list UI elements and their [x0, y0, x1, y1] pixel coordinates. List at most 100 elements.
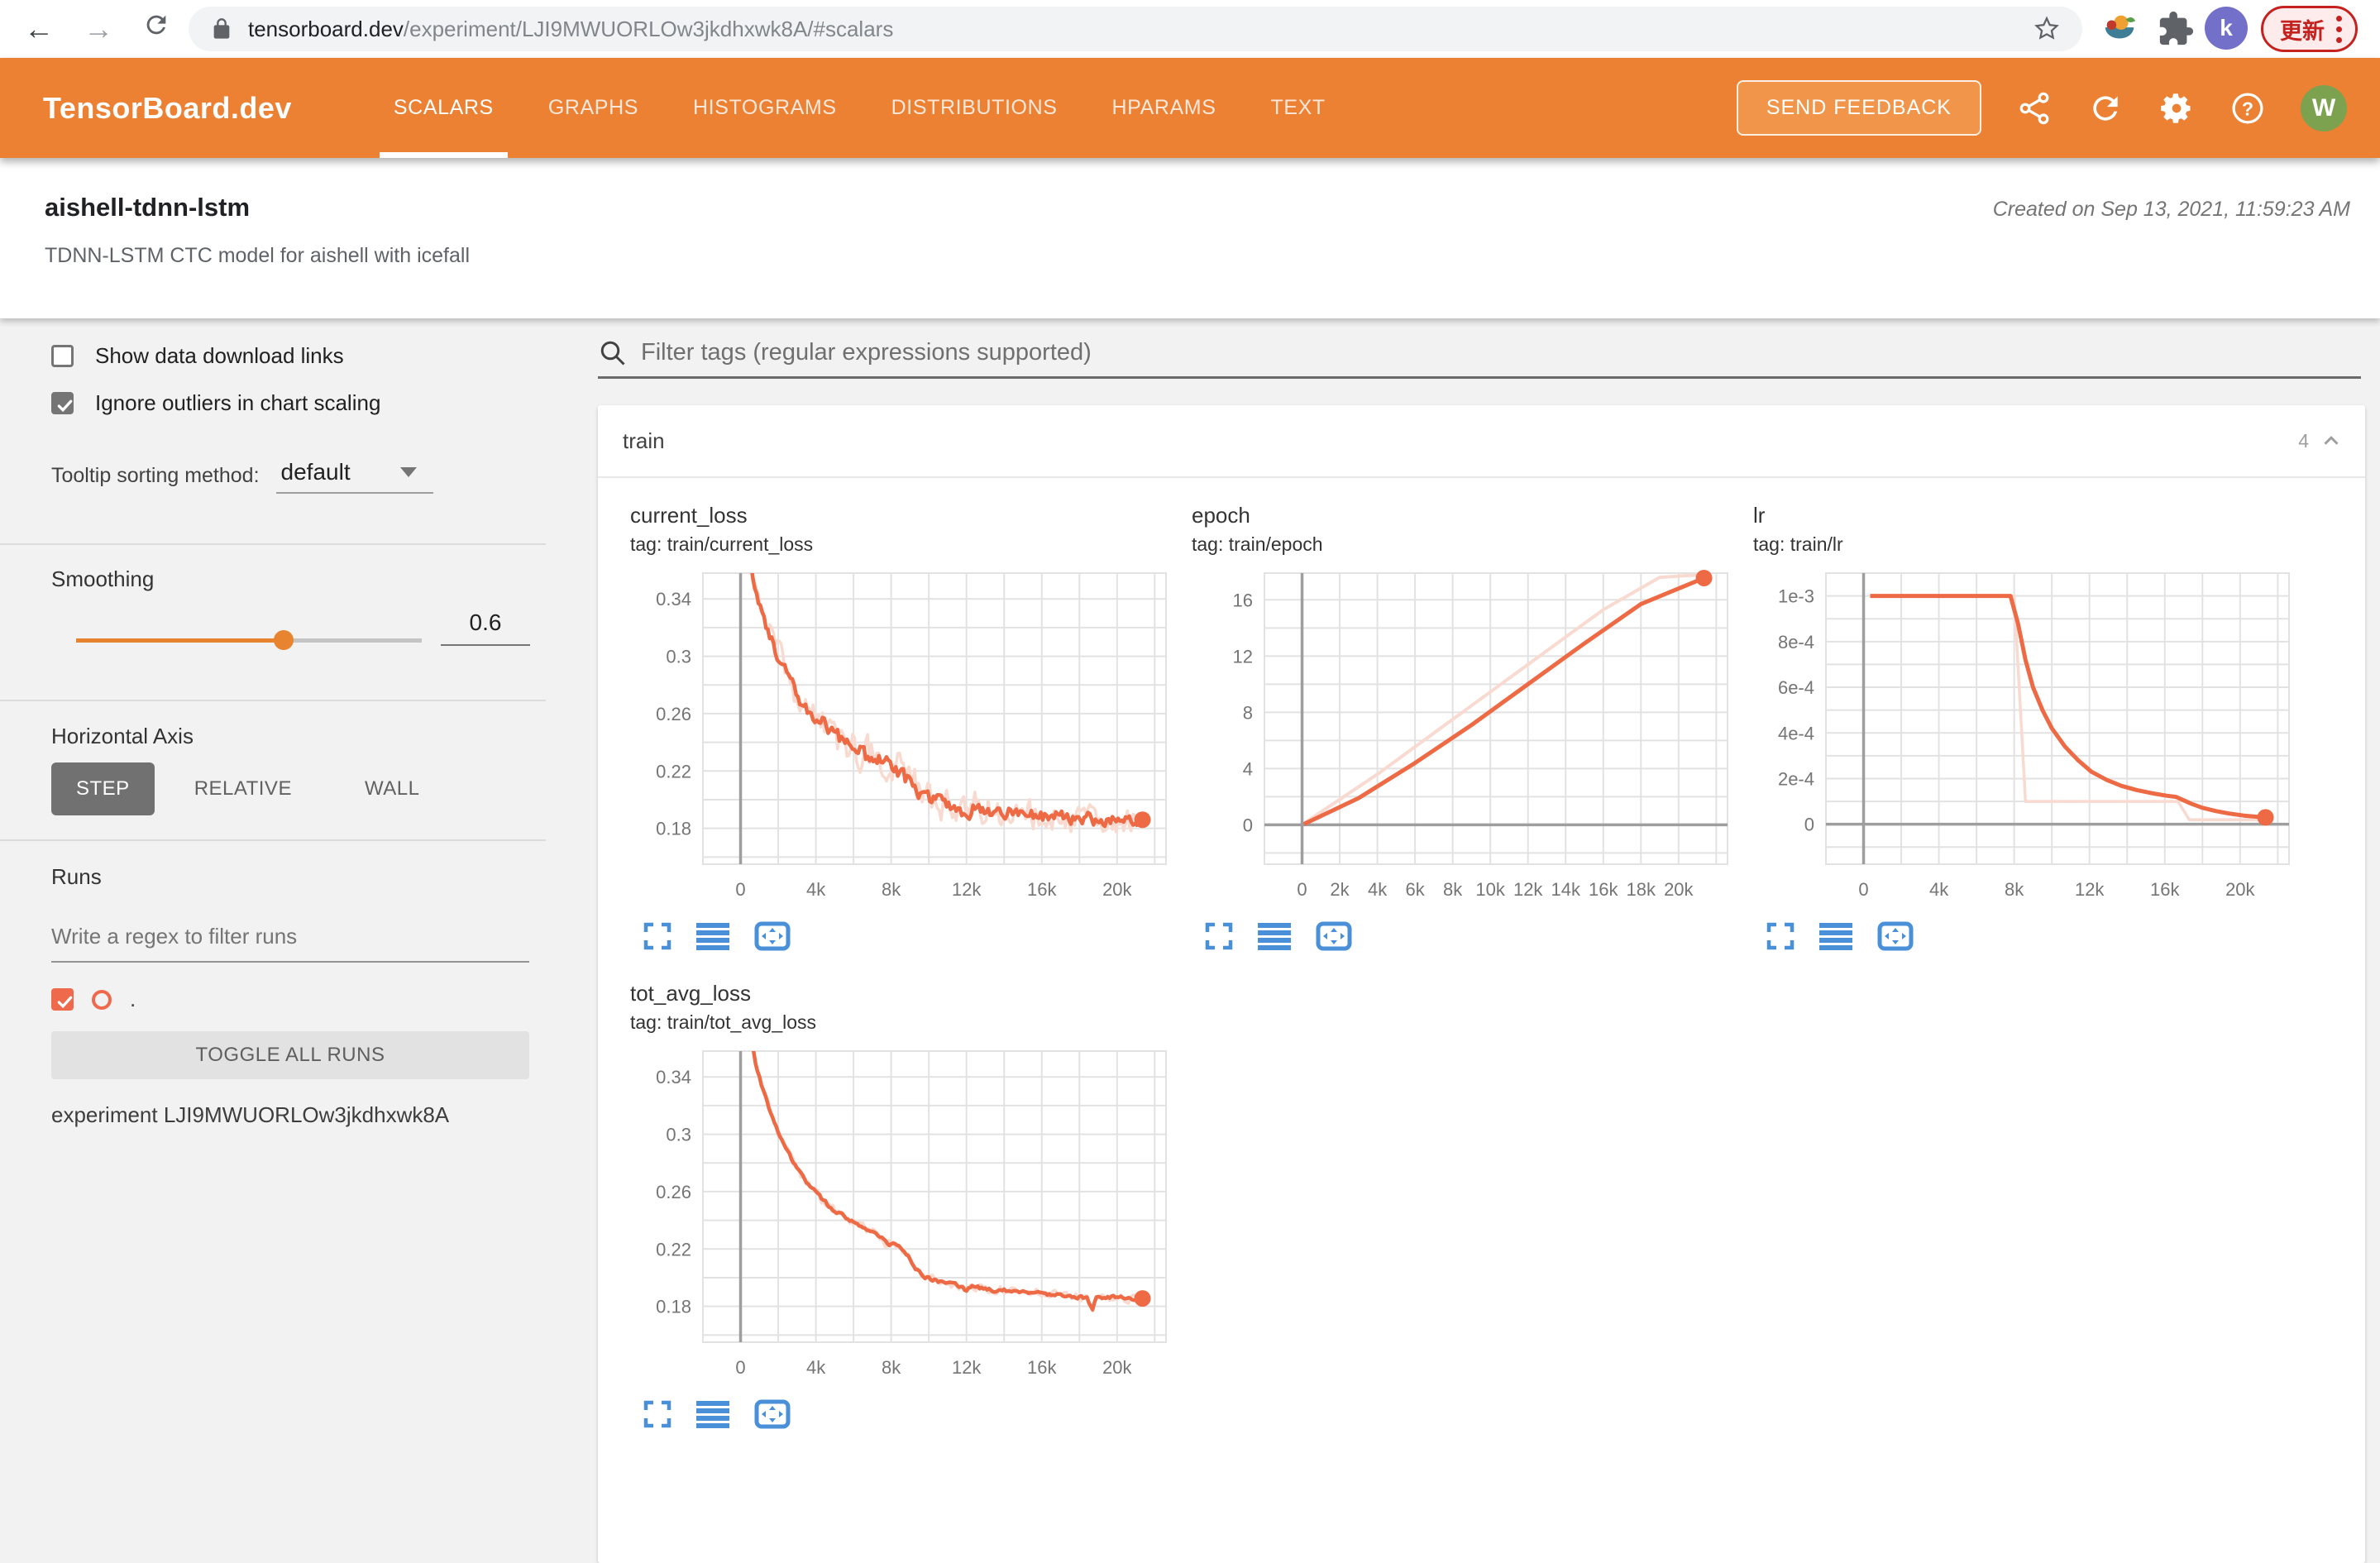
lock-icon — [213, 18, 230, 39]
svg-text:12k: 12k — [952, 879, 982, 900]
svg-text:2k: 2k — [1330, 879, 1350, 900]
filter-tags-input[interactable] — [641, 339, 2361, 366]
tab-hparams[interactable]: HPARAMS — [1085, 58, 1244, 158]
svg-text:?: ? — [2242, 98, 2253, 119]
chart-title: epoch — [1192, 503, 1250, 528]
brand-logo[interactable]: TensorBoard.dev — [43, 91, 292, 126]
url-text: tensorboard.dev/experiment/LJI9MWUORLOw3… — [248, 16, 894, 41]
browser-refresh-button[interactable] — [137, 10, 175, 48]
svg-text:8k: 8k — [2005, 879, 2024, 900]
tooltip-sort-dropdown[interactable]: default — [275, 457, 433, 494]
chart-tag: tag: train/tot_avg_loss — [630, 1011, 817, 1033]
reload-data-icon[interactable] — [2087, 90, 2124, 127]
tab-distributions[interactable]: DISTRIBUTIONS — [864, 58, 1085, 158]
chart-tag: tag: train/lr — [1753, 533, 1843, 555]
fit-domain-icon[interactable] — [754, 1399, 791, 1429]
settings-gear-icon[interactable] — [2158, 90, 2195, 127]
browser-update-menu-button[interactable]: 更新 — [2261, 6, 2358, 52]
toggle-y-axis-icon[interactable] — [696, 1400, 729, 1428]
bookmark-star-icon[interactable] — [2033, 15, 2061, 43]
fit-domain-icon[interactable] — [754, 921, 791, 951]
tab-text[interactable]: TEXT — [1244, 58, 1353, 158]
help-icon[interactable]: ? — [2229, 90, 2266, 127]
expand-chart-icon[interactable] — [1766, 922, 1795, 950]
browser-back-button[interactable]: ← — [20, 10, 58, 48]
runs-label: Runs — [51, 864, 102, 889]
toggle-y-axis-icon[interactable] — [1258, 922, 1291, 950]
svg-text:0.3: 0.3 — [666, 647, 691, 667]
svg-text:4k: 4k — [806, 1357, 826, 1378]
svg-text:0: 0 — [1297, 879, 1307, 900]
svg-text:0.34: 0.34 — [656, 589, 691, 609]
chart-plot-lr[interactable]: 0 4k 8k 12k 16k 20k 0 2e-4 4e-4 6e-4 8e-4 1e-3 — [1753, 569, 2299, 911]
chevron-up-icon[interactable] — [2319, 428, 2344, 453]
chart-card-current_loss: current_loss tag: train/current_loss 0 4k 8k… — [630, 485, 1192, 951]
expand-chart-icon[interactable] — [1205, 922, 1233, 950]
smoothing-value-input[interactable]: 0.6 — [441, 609, 530, 646]
address-bar[interactable]: tensorboard.dev/experiment/LJI9MWUORLOw3… — [189, 7, 2082, 51]
browser-forward-button[interactable]: → — [79, 10, 117, 48]
extension-bowl-icon[interactable] — [2100, 10, 2139, 48]
experiment-subtitle: TDNN-LSTM CTC model for aishell with ice… — [45, 244, 471, 267]
toggle-y-axis-icon[interactable] — [696, 922, 729, 950]
toggle-y-axis-icon[interactable] — [1819, 922, 1852, 950]
ignore-outliers-checkbox[interactable] — [51, 392, 74, 414]
runs-regex-input[interactable] — [51, 919, 529, 963]
send-feedback-button[interactable]: SEND FEEDBACK — [1736, 80, 1981, 136]
tab-histograms[interactable]: HISTOGRAMS — [666, 58, 864, 158]
train-group-header[interactable]: train 4 — [598, 405, 2365, 478]
expand-chart-icon[interactable] — [643, 922, 671, 950]
user-avatar[interactable]: W — [2301, 84, 2347, 131]
search-icon — [600, 341, 625, 366]
run-checkbox[interactable] — [51, 988, 74, 1011]
smoothing-slider[interactable] — [76, 629, 422, 651]
show-download-links-checkbox[interactable] — [51, 345, 74, 367]
chart-toolbar — [643, 1399, 1192, 1429]
axis-wall-button[interactable]: WALL — [340, 762, 444, 815]
svg-text:2e-4: 2e-4 — [1778, 768, 1814, 789]
svg-text:14k: 14k — [1551, 879, 1580, 900]
kebab-menu-icon — [2336, 15, 2342, 43]
svg-text:16k: 16k — [1027, 1357, 1057, 1378]
svg-text:0.26: 0.26 — [656, 1182, 691, 1202]
svg-text:20k: 20k — [1102, 879, 1132, 900]
chart-card-tot_avg_loss: tot_avg_loss tag: train/tot_avg_loss 0 4k 8k… — [630, 963, 1192, 1429]
tab-scalars[interactable]: SCALARS — [366, 58, 521, 158]
update-label: 更新 — [2280, 18, 2325, 44]
svg-text:16k: 16k — [1589, 879, 1618, 900]
chart-plot-current_loss[interactable]: 0 4k 8k 12k 16k 20k 0.18 0.22 0.26 0.3 0.34 — [630, 569, 1176, 911]
svg-text:12: 12 — [1233, 646, 1253, 667]
share-icon[interactable] — [2016, 90, 2053, 127]
axis-relative-button[interactable]: RELATIVE — [170, 762, 317, 815]
fit-domain-icon[interactable] — [1316, 921, 1352, 951]
experiment-id-label: experiment LJI9MWUORLOw3jkdhxwk8A — [51, 1102, 450, 1127]
svg-text:8k: 8k — [1443, 879, 1463, 900]
refresh-icon — [146, 15, 166, 35]
svg-text:16k: 16k — [2150, 879, 2180, 900]
svg-text:20k: 20k — [1102, 1357, 1132, 1378]
chart-plot-epoch[interactable]: 0 2k 4k 6k 8k 10k 12k 14k 16k 18k 20k 0 4 8 12 16 — [1192, 569, 1737, 911]
chart-tag: tag: train/epoch — [1192, 533, 1323, 555]
svg-text:12k: 12k — [1513, 879, 1543, 900]
chart-title: current_loss — [630, 503, 748, 528]
extensions-puzzle-icon[interactable] — [2157, 10, 2195, 48]
svg-text:0.22: 0.22 — [656, 1239, 691, 1259]
tab-graphs[interactable]: GRAPHS — [521, 58, 666, 158]
chart-tag: tag: train/current_loss — [630, 533, 814, 555]
tensorboard-navbar: TensorBoard.dev SCALARS GRAPHS HISTOGRAM… — [0, 58, 2380, 158]
smoothing-label: Smoothing — [51, 566, 155, 591]
chart-toolbar — [643, 921, 1192, 951]
chart-title: tot_avg_loss — [630, 981, 751, 1006]
group-chart-count: 4 — [2298, 429, 2309, 452]
run-color-swatch-icon[interactable] — [92, 989, 112, 1010]
browser-profile-avatar[interactable]: k — [2205, 7, 2248, 50]
axis-step-button[interactable]: STEP — [51, 762, 155, 815]
toggle-all-runs-button[interactable]: TOGGLE ALL RUNS — [51, 1031, 529, 1079]
slider-thumb-icon[interactable] — [273, 630, 294, 650]
expand-chart-icon[interactable] — [643, 1400, 671, 1428]
chart-plot-tot_avg_loss[interactable]: 0 4k 8k 12k 16k 20k 0.18 0.22 0.26 0.3 0.34 — [630, 1047, 1176, 1389]
tooltip-sort-label: Tooltip sorting method: — [51, 463, 260, 487]
group-name: train — [623, 428, 665, 453]
fit-domain-icon[interactable] — [1877, 921, 1914, 951]
svg-text:16: 16 — [1233, 590, 1253, 610]
